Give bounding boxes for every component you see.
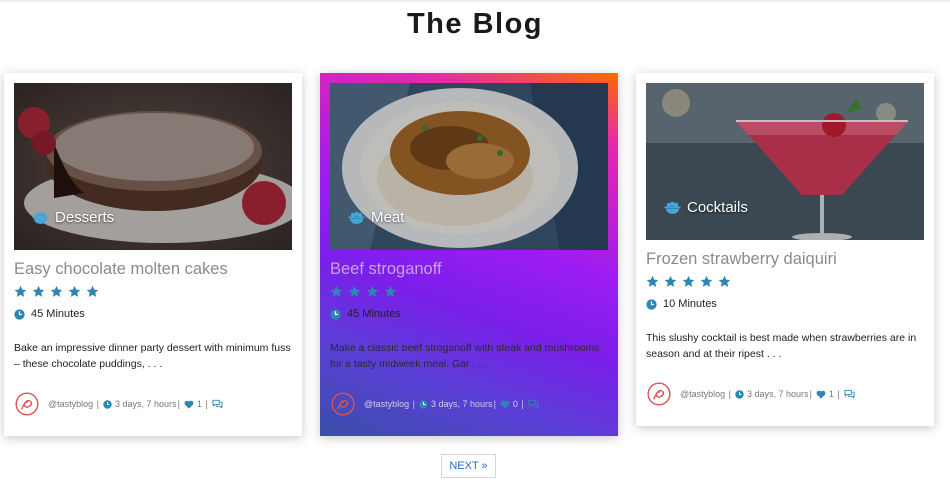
category-tag[interactable]: Meat [348, 209, 404, 226]
divider: | [410, 399, 416, 409]
heart-icon[interactable] [500, 400, 510, 409]
cook-time-label: 45 Minutes [31, 308, 85, 320]
category-label: Cocktails [687, 199, 748, 216]
rating-stars [646, 275, 731, 288]
divider: | [202, 399, 208, 409]
heart-icon[interactable] [816, 390, 826, 399]
recipe-image[interactable]: Desserts [14, 83, 292, 250]
clock-icon [419, 399, 428, 409]
next-page-button[interactable]: NEXT » [441, 454, 496, 478]
star-icon [348, 285, 361, 297]
author-logo-icon[interactable] [646, 381, 672, 407]
clock-icon [330, 308, 341, 320]
recipe-description: Bake an impressive dinner party dessert … [14, 342, 291, 370]
comment-icon[interactable] [212, 399, 223, 409]
star-icon [384, 285, 397, 297]
card-footer: @tastyblog | 3 days, 7 hours | 0 | [330, 391, 542, 417]
recipe-image[interactable]: Cocktails [646, 83, 924, 240]
recipe-title[interactable]: Beef stroganoff [330, 260, 442, 279]
star-icon [664, 275, 677, 287]
star-icon [646, 275, 659, 287]
star-icon [68, 285, 81, 297]
recipe-title[interactable]: Easy chocolate molten cakes [14, 260, 228, 279]
posted-time: 3 days, 7 hours [431, 399, 493, 409]
bowl-icon [32, 211, 49, 224]
clock-icon [646, 298, 657, 310]
divider: | [518, 399, 524, 409]
category-label: Meat [371, 209, 405, 226]
posted-time: 3 days, 7 hours [747, 389, 809, 399]
clock-icon [735, 389, 744, 399]
like-count: 0 [512, 399, 518, 409]
rating-stars [330, 285, 397, 298]
star-icon [330, 285, 343, 297]
recipe-card-cocktails[interactable]: Cocktails Frozen strawberry daiquiri 10 … [636, 73, 934, 426]
divider: | [94, 399, 100, 409]
star-icon [366, 285, 379, 297]
recipe-title[interactable]: Frozen strawberry daiquiri [646, 250, 837, 269]
recipe-description: Make a classic beef stroganoff with stea… [330, 342, 600, 370]
star-icon [32, 285, 45, 297]
bowl-icon [348, 211, 365, 224]
clock-icon [14, 308, 25, 320]
author-logo-icon[interactable] [330, 391, 356, 417]
comment-icon[interactable] [844, 389, 855, 399]
recipe-card-desserts[interactable]: Desserts Easy chocolate molten cakes 45 … [4, 73, 302, 436]
divider: | [809, 389, 812, 399]
divider: | [726, 389, 732, 399]
cook-time: 45 Minutes [330, 308, 401, 320]
category-tag[interactable]: Desserts [32, 209, 114, 226]
cook-time: 10 Minutes [646, 298, 717, 310]
heart-icon[interactable] [184, 400, 194, 409]
star-icon [718, 275, 731, 287]
star-icon [50, 285, 63, 297]
star-icon [682, 275, 695, 287]
author-handle[interactable]: @tastyblog [48, 399, 93, 409]
cook-time-label: 10 Minutes [663, 298, 717, 310]
bowl-icon [664, 201, 681, 214]
star-icon [14, 285, 27, 297]
page-title: The Blog [406, 8, 544, 40]
cook-time-label: 45 Minutes [347, 308, 401, 320]
divider: | [493, 399, 496, 409]
like-count: 1 [196, 399, 202, 409]
author-logo-icon[interactable] [14, 391, 40, 417]
author-handle[interactable]: @tastyblog [680, 389, 725, 399]
comment-icon[interactable] [528, 399, 539, 409]
author-handle[interactable]: @tastyblog [364, 399, 409, 409]
recipe-card-meat[interactable]: Meat Beef stroganoff 45 Minutes Make a c… [320, 73, 618, 436]
star-icon [700, 275, 713, 287]
divider: | [834, 389, 840, 399]
divider: | [177, 399, 180, 409]
clock-icon [103, 399, 112, 409]
category-label: Desserts [55, 209, 115, 226]
recipe-description: This slushy cocktail is best made when s… [646, 332, 917, 360]
card-footer: @tastyblog | 3 days, 7 hours | 1 | [646, 381, 858, 407]
category-tag[interactable]: Cocktails [664, 199, 748, 216]
rating-stars [14, 285, 99, 298]
top-divider [0, 0, 950, 3]
recipe-image[interactable]: Meat [330, 83, 608, 250]
posted-time: 3 days, 7 hours [115, 399, 177, 409]
star-icon [86, 285, 99, 297]
card-footer: @tastyblog | 3 days, 7 hours | 1 | [14, 391, 226, 417]
cook-time: 45 Minutes [14, 308, 85, 320]
like-count: 1 [828, 389, 834, 399]
